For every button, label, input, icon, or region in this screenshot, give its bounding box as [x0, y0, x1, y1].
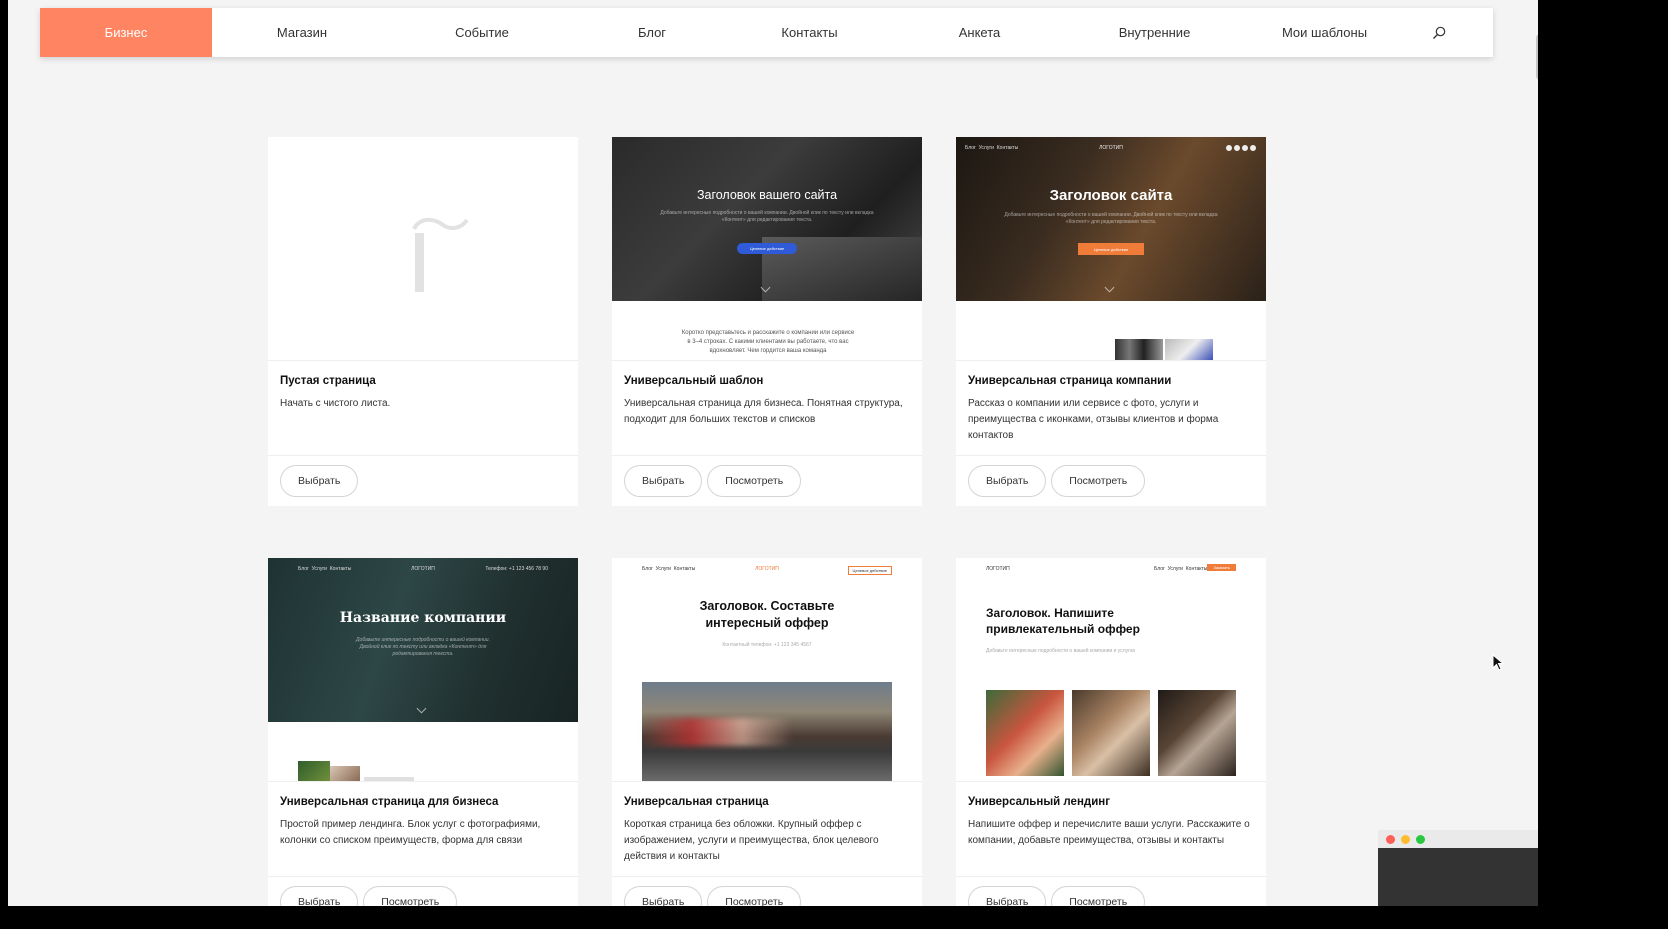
minimize-window-icon[interactable]	[1401, 834, 1410, 844]
card-title: Универсальная страница	[624, 796, 769, 808]
nav-tab-internal[interactable]: Внутренние	[1072, 8, 1237, 57]
preview-cta-button: Целевое действие	[1078, 243, 1144, 255]
overlay-window[interactable]	[1378, 830, 1538, 906]
template-preview: Блог Услуги Контакты ЛОГОТИП Телефон: +1…	[268, 558, 578, 781]
card-title: Универсальный шаблон	[624, 375, 764, 387]
template-card-universal[interactable]: Заголовок вашего сайта Добавьте интересн…	[612, 137, 922, 506]
card-description: Начать с чистого листа.	[280, 398, 391, 409]
preview-cta-button: Заказать	[1207, 564, 1236, 571]
social-icon	[1242, 145, 1248, 151]
nav-tab-business[interactable]: Бизнес	[40, 8, 212, 57]
preview-photo	[642, 682, 892, 781]
preview-photo	[1072, 690, 1150, 776]
preview-logo: ЛОГОТИП	[986, 566, 1010, 572]
preview-photo	[1158, 690, 1236, 776]
card-description: Универсальная страница для бизнеса. Поня…	[624, 398, 903, 425]
card-title: Универсальный лендинг	[968, 796, 1111, 808]
template-card-business[interactable]: Блог Услуги Контакты ЛОГОТИП Телефон: +1…	[268, 558, 578, 906]
preview-button[interactable]: Посмотреть	[707, 465, 802, 497]
preview-cta-button: Целевое действие	[737, 243, 797, 254]
preview-hero-title: Название компании	[339, 610, 507, 626]
select-button[interactable]: Выбрать	[280, 886, 359, 906]
preview-phone: Телефон: +1 123 456 78 90	[485, 566, 548, 572]
card-title: Пустая страница	[280, 375, 376, 387]
preview-hero-title: Заголовок сайта	[1049, 187, 1173, 204]
card-description: Рассказ о компании или сервисе с фото, у…	[968, 398, 1219, 441]
social-icon	[1250, 145, 1256, 151]
card-description: Короткая страница без обложки. Крупный о…	[624, 819, 879, 862]
preview-button[interactable]: Посмотреть	[363, 886, 458, 906]
preview-hero-title: Заголовок. Составьте интересный оффер	[699, 599, 835, 630]
card-title: Универсальная страница компании	[968, 375, 1172, 387]
preview-social-icons	[1226, 145, 1256, 151]
nav-tab-blog[interactable]: Блог	[572, 8, 732, 57]
preview-button[interactable]: Посмотреть	[1051, 465, 1146, 497]
page: Бизнес Магазин Событие Блог Контакты Анк…	[8, 0, 1538, 906]
close-window-icon[interactable]	[1386, 834, 1395, 844]
preview-photo	[330, 766, 360, 781]
category-navbar: Бизнес Магазин Событие Блог Контакты Анк…	[40, 8, 1493, 57]
nav-tab-my-templates[interactable]: Мои шаблоны	[1237, 8, 1412, 57]
card-title: Универсальная страница для бизнеса	[280, 796, 499, 808]
preview-phone: Контактный телефон: +1 123 345 4567	[722, 642, 812, 648]
preview-nav: Блог Услуги Контакты	[1154, 566, 1208, 572]
social-icon	[1226, 145, 1232, 151]
preview-photo	[986, 690, 1064, 776]
card-description: Напишите оффер и перечислите ваши услуги…	[968, 819, 1250, 846]
preview-cta-button: Целевое действие	[847, 566, 892, 575]
social-icon	[1234, 145, 1240, 151]
mouse-cursor-icon	[1492, 654, 1504, 671]
preview-hero-title: Заголовок. Напишите привлекательный оффе…	[986, 606, 1140, 636]
select-button[interactable]: Выбрать	[968, 886, 1047, 906]
template-preview: Заголовок вашего сайта Добавьте интересн…	[612, 137, 922, 360]
preview-divider	[364, 777, 414, 781]
preview-photo	[1115, 339, 1163, 360]
nav-tab-event[interactable]: Событие	[392, 8, 572, 57]
nav-tab-shop[interactable]: Магазин	[212, 8, 392, 57]
search-button[interactable]	[1412, 8, 1466, 57]
window-titlebar[interactable]	[1378, 830, 1538, 848]
select-button[interactable]: Выбрать	[624, 465, 703, 497]
template-card-landing[interactable]: ЛОГОТИП Блог Услуги Контакты Заказать За…	[956, 558, 1266, 906]
preview-body-text: Коротко представьтесь и расскажите о ком…	[681, 330, 855, 354]
template-preview	[268, 137, 578, 360]
select-button[interactable]: Выбрать	[968, 465, 1047, 497]
template-preview: Блог Услуги Контакты ЛОГОТИП Заголовок с…	[956, 137, 1266, 360]
card-description: Простой пример лендинга. Блок услуг с фо…	[280, 819, 541, 846]
preview-button[interactable]: Посмотреть	[1051, 886, 1146, 906]
search-icon	[1433, 26, 1446, 39]
preview-hero-title: Заголовок вашего сайта	[696, 188, 838, 202]
select-button[interactable]: Выбрать	[280, 465, 359, 497]
tilda-logo-icon	[412, 217, 469, 292]
preview-hero-subtitle: Добавьте интересные подробности о вашей …	[660, 210, 874, 223]
nav-tab-survey[interactable]: Анкета	[887, 8, 1072, 57]
preview-button[interactable]: Посмотреть	[707, 886, 802, 906]
scrollbar-thumb[interactable]	[1536, 34, 1538, 80]
preview-hero-subtitle: Добавьте интересные подробности о вашей …	[356, 637, 490, 657]
select-button[interactable]: Выбрать	[624, 886, 703, 906]
template-card-company[interactable]: Блог Услуги Контакты ЛОГОТИП Заголовок с…	[956, 137, 1266, 506]
template-preview: Блог Услуги Контакты ЛОГОТИП Целевое дей…	[612, 558, 922, 781]
maximize-window-icon[interactable]	[1416, 834, 1425, 844]
preview-hero-subtitle: Добавьте интересные подробности о вашей …	[1004, 212, 1218, 225]
preview-photo	[298, 761, 330, 781]
nav-tab-contacts[interactable]: Контакты	[732, 8, 887, 57]
preview-light-streak	[642, 718, 792, 746]
template-card-universal-page[interactable]: Блог Услуги Контакты ЛОГОТИП Целевое дей…	[612, 558, 922, 906]
template-preview: ЛОГОТИП Блог Услуги Контакты Заказать За…	[956, 558, 1266, 781]
preview-logo: ЛОГОТИП	[1099, 145, 1123, 151]
template-card-blank[interactable]: Пустая страница Начать с чистого листа. …	[268, 137, 578, 506]
preview-photo	[1165, 339, 1213, 360]
preview-hero-subtitle: Добавьте интересные подробности о вашей …	[986, 648, 1136, 654]
